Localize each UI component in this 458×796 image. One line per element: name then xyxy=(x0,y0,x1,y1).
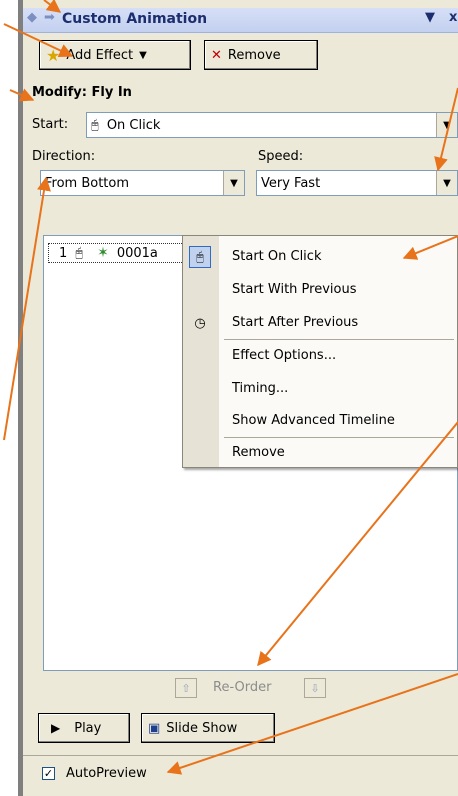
direction-label: Direction: xyxy=(32,149,96,164)
menu-item-effect-options[interactable]: Effect Options... xyxy=(232,348,336,363)
chevron-down-icon[interactable]: ▼ xyxy=(223,171,244,195)
start-select[interactable]: 🖰 On Click ▼ xyxy=(86,112,458,138)
menu-item-timing[interactable]: Timing... xyxy=(232,381,288,396)
back-arrow-icon[interactable]: ◆ xyxy=(27,10,37,25)
chevron-down-icon[interactable]: ▼ xyxy=(436,171,457,195)
effect-name: 0001a xyxy=(116,245,158,261)
add-effect-label: Add Effect xyxy=(66,47,134,63)
menu-item-remove[interactable]: Remove xyxy=(232,445,285,460)
menu-item-start-with-previous[interactable]: Start With Previous xyxy=(232,282,356,297)
reorder-label: Re-Order xyxy=(213,680,272,695)
left-margin xyxy=(0,0,18,796)
play-button[interactable]: ▶ Play xyxy=(38,713,130,743)
effect-index: 1 xyxy=(59,245,68,261)
remove-button[interactable]: ✕ Remove xyxy=(204,40,318,70)
clock-icon: ◷ xyxy=(194,315,206,331)
footer-divider xyxy=(23,755,458,756)
move-up-button[interactable]: ⇧ xyxy=(175,678,197,698)
menu-item-start-after-previous[interactable]: Start After Previous xyxy=(232,315,358,330)
menu-item-start-on-click[interactable]: Start On Click xyxy=(232,249,321,264)
speed-label: Speed: xyxy=(258,149,304,164)
add-effect-button[interactable]: ★ Add Effect ▼ xyxy=(39,40,191,70)
star-icon: ★ xyxy=(46,45,61,65)
remove-effect-icon: ✕ xyxy=(211,47,222,63)
slide-show-button[interactable]: ▣ Slide Show xyxy=(141,713,275,743)
arrow-up-icon: ⇧ xyxy=(181,681,191,695)
arrow-down-icon: ⇩ xyxy=(310,681,320,695)
direction-value: From Bottom xyxy=(45,175,130,191)
close-icon[interactable]: x xyxy=(449,10,457,25)
slide-show-icon: ▣ xyxy=(148,720,161,736)
chevron-down-icon[interactable]: ▼ xyxy=(436,113,457,137)
slideshow-label: Slide Show xyxy=(166,720,238,736)
panel-menu-icon[interactable]: ▼ xyxy=(425,10,435,25)
autopreview-label: AutoPreview xyxy=(66,766,147,781)
panel-title: Custom Animation xyxy=(62,11,208,27)
chevron-down-icon: ▼ xyxy=(139,49,147,61)
menu-item-show-advanced-timeline[interactable]: Show Advanced Timeline xyxy=(232,413,395,428)
checkmark-icon: ✓ xyxy=(43,767,54,780)
direction-select[interactable]: From Bottom ▼ xyxy=(40,170,245,196)
mouse-icon: 🖰 xyxy=(91,117,99,133)
fly-in-effect-icon: ✶ xyxy=(97,245,109,261)
forward-arrow-icon[interactable]: ➡ xyxy=(44,10,55,25)
menu-separator xyxy=(224,437,454,438)
move-down-button[interactable]: ⇩ xyxy=(304,678,326,698)
play-icon: ▶ xyxy=(51,721,61,735)
mouse-icon: 🖰 xyxy=(189,246,211,268)
speed-select[interactable]: Very Fast ▼ xyxy=(256,170,458,196)
menu-separator xyxy=(224,339,454,340)
play-label: Play xyxy=(74,720,102,736)
start-value: On Click xyxy=(106,117,161,133)
speed-value: Very Fast xyxy=(261,175,321,191)
modify-heading: Modify: Fly In xyxy=(32,85,132,100)
menu-icon-gutter xyxy=(183,236,219,467)
remove-label: Remove xyxy=(227,47,281,63)
start-label: Start: xyxy=(32,117,69,132)
autopreview-checkbox[interactable]: ✓ xyxy=(42,767,55,780)
mouse-icon: 🖰 xyxy=(75,245,84,261)
